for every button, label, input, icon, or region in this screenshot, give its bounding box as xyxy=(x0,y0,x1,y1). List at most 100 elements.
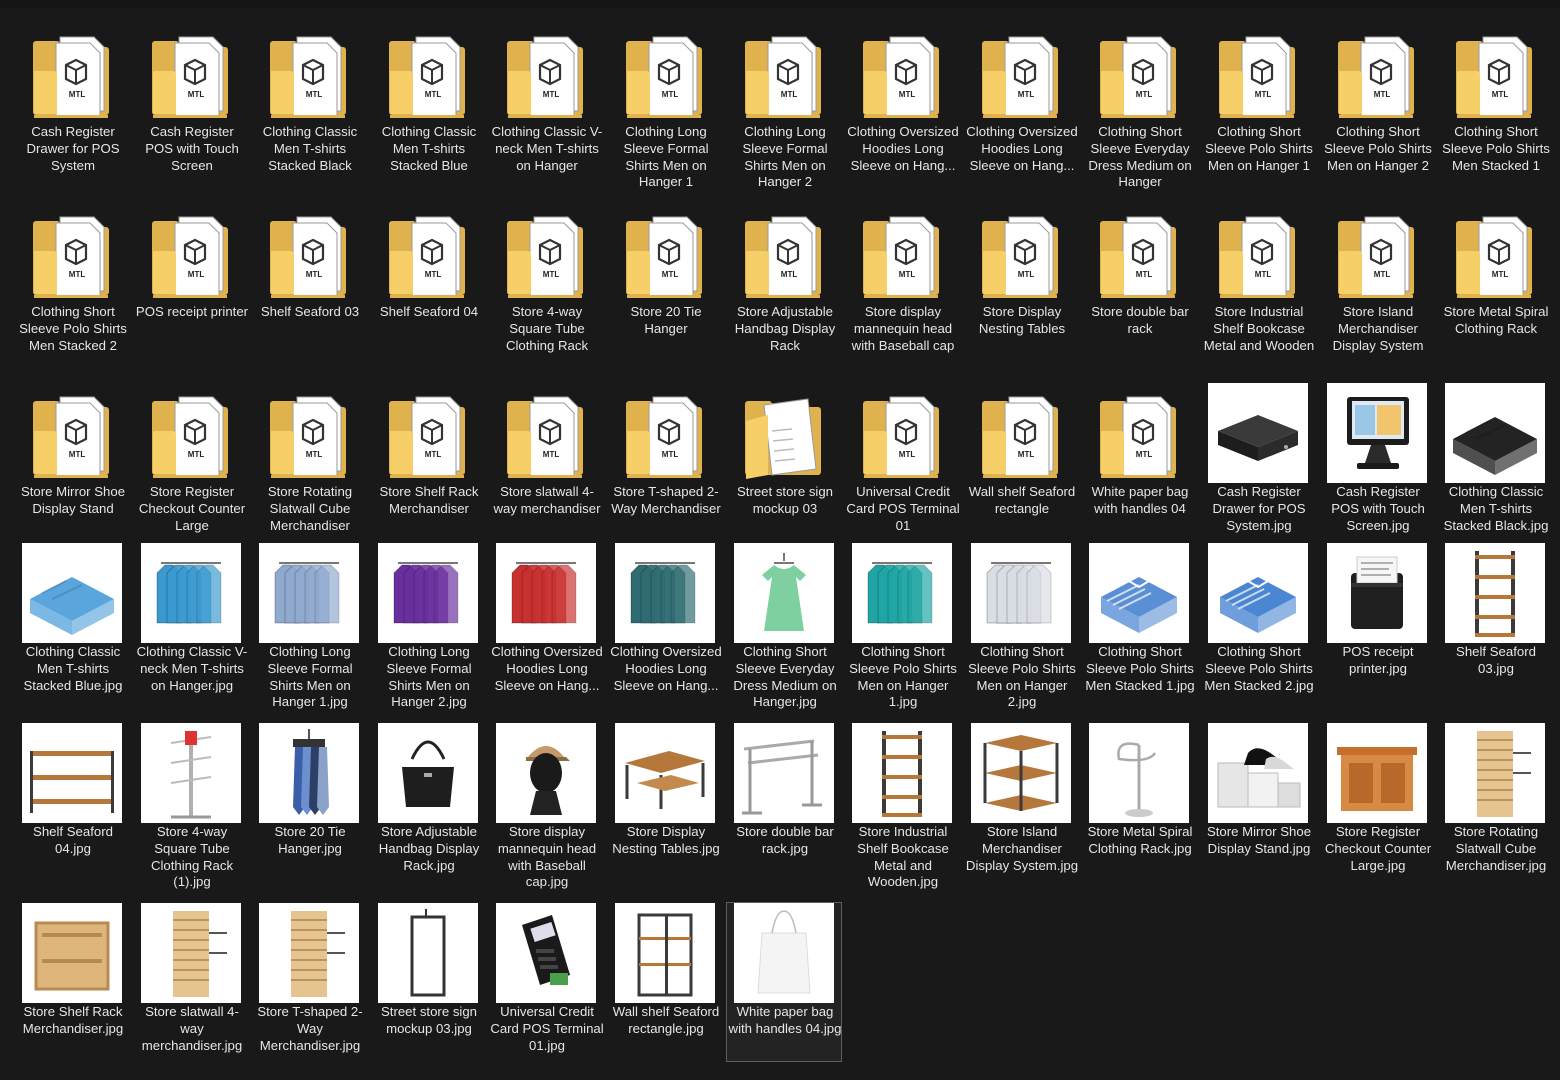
image-file-item[interactable]: Cash Register Drawer for POS System.jpg xyxy=(1200,382,1316,533)
image-file-item[interactable]: Clothing Short Sleeve Polo Shirts Men on… xyxy=(844,542,960,710)
svg-text:MTL: MTL xyxy=(425,270,442,279)
folder-item[interactable]: MTL Cash Register Drawer for POS System xyxy=(14,22,130,192)
image-file-item[interactable]: Clothing Classic Men T-shirts Stacked Bl… xyxy=(14,542,130,710)
folder-icon: MTL xyxy=(496,203,596,303)
folder-icon: MTL xyxy=(971,203,1071,303)
file-name-label: Store Adjustable Handbag Display Rack.jp… xyxy=(378,824,480,873)
image-file-item[interactable]: Store 4-way Square Tube Clothing Rack (1… xyxy=(133,722,249,890)
folder-item[interactable]: MTL Store Display Nesting Tables xyxy=(963,202,1079,372)
file-name-label: Clothing Short Sleeve Polo Shirts Men St… xyxy=(1085,644,1195,693)
image-file-item[interactable]: Shelf Seaford 03.jpg xyxy=(1437,542,1553,710)
folder-item[interactable]: MTL Clothing Long Sleeve Formal Shirts M… xyxy=(726,22,842,192)
folder-item[interactable]: MTL Store T-shaped 2-Way Merchandiser xyxy=(607,382,723,532)
image-file-item[interactable]: Store Shelf Rack Merchandiser.jpg xyxy=(14,902,130,1062)
image-file-item[interactable]: Clothing Classic Men T-shirts Stacked Bl… xyxy=(1437,382,1553,533)
folder-icon: MTL xyxy=(1327,23,1427,123)
image-file-item[interactable]: Street store sign mockup 03.jpg xyxy=(370,902,486,1062)
folder-item[interactable]: MTL Clothing Short Sleeve Polo Shirts Me… xyxy=(14,202,130,372)
folder-item[interactable]: MTL Shelf Seaford 04 xyxy=(370,202,486,372)
image-file-item[interactable]: Clothing Classic V-neck Men T-shirts on … xyxy=(133,542,249,710)
image-file-item[interactable]: Wall shelf Seaford rectangle.jpg xyxy=(607,902,723,1062)
file-name-label: Clothing Short Sleeve Everyday Dress Med… xyxy=(1088,124,1192,190)
image-file-item[interactable]: Clothing Short Sleeve Everyday Dress Med… xyxy=(726,542,842,710)
image-file-item[interactable]: Clothing Long Sleeve Formal Shirts Men o… xyxy=(370,542,486,710)
file-name-label: Clothing Short Sleeve Polo Shirts Men St… xyxy=(1442,124,1550,173)
image-file-item[interactable]: Clothing Long Sleeve Formal Shirts Men o… xyxy=(251,542,367,710)
svg-text:MTL: MTL xyxy=(188,270,205,279)
file-name-label: Clothing Long Sleeve Formal Shirts Men o… xyxy=(386,644,472,710)
folder-item[interactable]: MTL Store Rotating Slatwall Cube Merchan… xyxy=(251,382,367,533)
folder-item[interactable]: MTL Clothing Short Sleeve Polo Shirts Me… xyxy=(1200,22,1316,192)
image-file-item[interactable]: Store Metal Spiral Clothing Rack.jpg xyxy=(1081,722,1197,890)
folder-item[interactable]: MTL Store slatwall 4-way merchandiser xyxy=(488,382,604,532)
svg-text:MTL: MTL xyxy=(188,90,205,99)
file-name-label: Cash Register Drawer for POS System xyxy=(26,124,120,173)
folder-item[interactable]: MTL Clothing Short Sleeve Everyday Dress… xyxy=(1081,22,1197,192)
image-file-item[interactable]: POS receipt printer.jpg xyxy=(1319,542,1435,710)
image-file-item[interactable]: Store Display Nesting Tables.jpg xyxy=(607,722,723,890)
svg-text:MTL: MTL xyxy=(899,450,916,459)
image-file-item[interactable]: White paper bag with handles 04.jpg xyxy=(726,902,842,1062)
file-name-label: Clothing Oversized Hoodies Long Sleeve o… xyxy=(610,644,722,693)
folder-item[interactable]: MTL POS receipt printer xyxy=(133,202,249,372)
svg-text:MTL: MTL xyxy=(1492,90,1509,99)
folder-item[interactable]: MTL Shelf Seaford 03 xyxy=(251,202,367,372)
image-file-item[interactable]: Store Mirror Shoe Display Stand.jpg xyxy=(1200,722,1316,890)
folder-item[interactable]: MTL Store 4-way Square Tube Clothing Rac… xyxy=(488,202,604,372)
image-file-item[interactable]: Clothing Oversized Hoodies Long Sleeve o… xyxy=(488,542,604,710)
folder-item[interactable]: MTL Clothing Long Sleeve Formal Shirts M… xyxy=(607,22,723,192)
image-file-item[interactable]: Store Register Checkout Counter Large.jp… xyxy=(1319,722,1435,890)
file-name-label: Clothing Classic V-neck Men T-shirts on … xyxy=(491,124,603,173)
folder-item[interactable]: MTL Universal Credit Card POS Terminal 0… xyxy=(844,382,960,533)
file-name-label: Cash Register Drawer for POS System.jpg xyxy=(1212,484,1306,533)
image-file-item[interactable]: Clothing Oversized Hoodies Long Sleeve o… xyxy=(607,542,723,710)
folder-item[interactable]: MTL Clothing Classic V-neck Men T-shirts… xyxy=(488,22,604,192)
folder-item[interactable]: MTL Store Shelf Rack Merchandiser xyxy=(370,382,486,532)
folder-open-icon xyxy=(734,383,834,483)
folder-item[interactable]: MTL Clothing Classic Men T-shirts Stacke… xyxy=(251,22,367,192)
folder-item[interactable]: MTL White paper bag with handles 04 xyxy=(1081,382,1197,532)
image-file-item[interactable]: Store Island Merchandiser Display System… xyxy=(963,722,1079,890)
image-file-item[interactable]: Store T-shaped 2-Way Merchandiser.jpg xyxy=(251,902,367,1062)
image-file-item[interactable]: Store display mannequin head with Baseba… xyxy=(488,722,604,890)
folder-item[interactable]: MTL Store Industrial Shelf Bookcase Meta… xyxy=(1200,202,1316,372)
folder-item[interactable]: MTL Store Island Merchandiser Display Sy… xyxy=(1319,202,1435,372)
file-name-label: Store display mannequin head with Baseba… xyxy=(851,304,955,353)
file-name-label: Universal Credit Card POS Terminal 01 xyxy=(846,484,960,533)
image-file-item[interactable]: Clothing Short Sleeve Polo Shirts Men St… xyxy=(1081,542,1197,710)
file-name-label: Store Metal Spiral Clothing Rack xyxy=(1443,304,1549,336)
file-name-label: Store T-shaped 2-Way Merchandiser.jpg xyxy=(257,1004,363,1053)
folder-item[interactable]: MTL Wall shelf Seaford rectangle xyxy=(963,382,1079,532)
svg-text:MTL: MTL xyxy=(899,90,916,99)
folder-item[interactable]: MTL Clothing Classic Men T-shirts Stacke… xyxy=(370,22,486,192)
image-file-item[interactable]: Store Industrial Shelf Bookcase Metal an… xyxy=(844,722,960,890)
folder-item[interactable]: MTL Cash Register POS with Touch Screen xyxy=(133,22,249,192)
file-name-label: Clothing Short Sleeve Polo Shirts Men on… xyxy=(849,644,957,710)
image-file-item[interactable]: Store slatwall 4-way merchandiser.jpg xyxy=(133,902,249,1062)
folder-item[interactable]: MTL Store 20 Tie Hanger xyxy=(607,202,723,372)
image-file-item[interactable]: Shelf Seaford 04.jpg xyxy=(14,722,130,890)
folder-item[interactable]: Street store sign mockup 03 xyxy=(726,382,842,532)
image-file-item[interactable]: Universal Credit Card POS Terminal 01.jp… xyxy=(488,902,604,1062)
image-file-item[interactable]: Cash Register POS with Touch Screen.jpg xyxy=(1319,382,1435,533)
image-file-item[interactable]: Store Adjustable Handbag Display Rack.jp… xyxy=(370,722,486,890)
image-file-item[interactable]: Clothing Short Sleeve Polo Shirts Men on… xyxy=(963,542,1079,710)
folder-item[interactable]: MTL Clothing Oversized Hoodies Long Slee… xyxy=(844,22,960,192)
folder-item[interactable]: MTL Store Mirror Shoe Display Stand xyxy=(14,382,130,532)
hanger-shirts-icon xyxy=(496,543,596,643)
folder-item[interactable]: MTL Clothing Short Sleeve Polo Shirts Me… xyxy=(1437,22,1553,192)
folder-item[interactable]: MTL Store Register Checkout Counter Larg… xyxy=(133,382,249,533)
image-file-item[interactable]: Store double bar rack.jpg xyxy=(726,722,842,890)
image-file-item[interactable]: Clothing Short Sleeve Polo Shirts Men St… xyxy=(1200,542,1316,710)
image-file-item[interactable]: Store 20 Tie Hanger.jpg xyxy=(251,722,367,890)
svg-text:MTL: MTL xyxy=(781,270,798,279)
folder-item[interactable]: MTL Clothing Oversized Hoodies Long Slee… xyxy=(963,22,1079,192)
image-file-item[interactable]: Store Rotating Slatwall Cube Merchandise… xyxy=(1437,722,1553,890)
svg-text:MTL: MTL xyxy=(899,270,916,279)
folder-item[interactable]: MTL Store display mannequin head with Ba… xyxy=(844,202,960,372)
folder-item[interactable]: MTL Store double bar rack xyxy=(1081,202,1197,372)
svg-text:MTL: MTL xyxy=(188,450,205,459)
folder-item[interactable]: MTL Store Metal Spiral Clothing Rack xyxy=(1437,202,1553,372)
folder-item[interactable]: MTL Clothing Short Sleeve Polo Shirts Me… xyxy=(1319,22,1435,192)
folder-item[interactable]: MTL Store Adjustable Handbag Display Rac… xyxy=(726,202,842,372)
